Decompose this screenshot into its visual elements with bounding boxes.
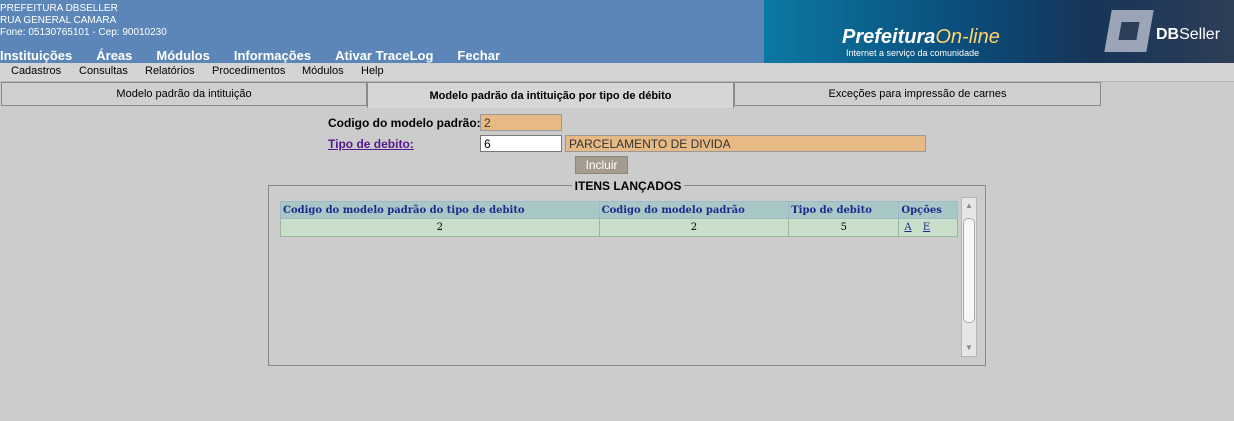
menu-informacoes[interactable]: Informações	[234, 48, 311, 63]
main-menu: Instituições Áreas Módulos Informações A…	[0, 48, 524, 63]
submenu-modulos[interactable]: Módulos	[302, 65, 344, 77]
brand-online: On-line	[935, 26, 1000, 48]
tab-modelo-padrao[interactable]: Modelo padrão da intituição	[1, 82, 367, 106]
tab-excecoes-carnes[interactable]: Exceções para impressão de carnes	[734, 82, 1101, 106]
col-header-codigo-modelo: Codigo do modelo padrão	[598, 201, 790, 219]
scroll-down-arrow-icon[interactable]: ▼	[965, 343, 973, 352]
itens-table: Codigo do modelo padrão do tipo de debit…	[280, 201, 958, 237]
menu-instituicoes[interactable]: Instituições	[0, 48, 72, 63]
submenu-cadastros[interactable]: Cadastros	[11, 65, 61, 77]
dbseller-logo-icon	[1104, 10, 1154, 52]
tipo-debito-input[interactable]: 6	[480, 135, 562, 152]
org-name: PREFEITURA DBSELLER	[0, 3, 118, 14]
codigo-field: 2	[480, 114, 562, 131]
col-header-codigo-tipo-debito: Codigo do modelo padrão do tipo de debit…	[280, 201, 600, 219]
scroll-thumb[interactable]	[963, 218, 975, 323]
excluir-link[interactable]: E	[923, 222, 930, 233]
tipo-debito-link[interactable]: Tipo de debito:	[328, 137, 414, 151]
alterar-link[interactable]: A	[904, 222, 911, 233]
col-header-tipo-debito: Tipo de debito	[788, 201, 900, 219]
submenu-relatorios[interactable]: Relatórios	[145, 65, 195, 77]
submenu-help[interactable]: Help	[361, 65, 384, 77]
cell-codigo-modelo: 2	[598, 218, 790, 237]
tab-modelo-por-tipo-debito[interactable]: Modelo padrão da intituição por tipo de …	[367, 82, 734, 108]
cell-codigo-tipo-debito: 2	[280, 218, 600, 237]
phone-zip: Fone: 05130765101 - Cep: 90010230	[0, 27, 167, 38]
cell-tipo-debito: 5	[788, 218, 900, 237]
submenu-procedimentos[interactable]: Procedimentos	[212, 65, 285, 77]
cell-opcoes: A E	[898, 218, 958, 237]
menu-fechar[interactable]: Fechar	[457, 48, 500, 63]
prefeitura-online-logo: PrefeituraOn-line Internet a serviço da …	[842, 26, 1000, 58]
street: RUA GENERAL CAMARA	[0, 15, 117, 26]
sub-menu: Cadastros Consultas Relatórios Procedime…	[0, 63, 1234, 82]
incluir-button[interactable]: Incluir	[575, 156, 628, 174]
brand-tagline: Internet a serviço da comunidade	[846, 48, 980, 58]
fieldset-top-border-right	[684, 185, 986, 186]
db-logo-bold: DB	[1156, 26, 1180, 43]
col-header-opcoes: Opções	[898, 201, 958, 219]
municipality-info: PREFEITURA DBSELLER RUA GENERAL CAMARA F…	[0, 3, 167, 39]
menu-modulos[interactable]: Módulos	[156, 48, 209, 63]
db-logo-rest: Seller	[1179, 26, 1221, 43]
fieldset-top-border-left	[268, 185, 572, 186]
vertical-scrollbar[interactable]: ▲ ▼	[961, 197, 977, 357]
itens-lancados-legend: ITENS LANÇADOS	[572, 179, 684, 193]
table-row: 2 2 5 A E	[280, 218, 958, 237]
codigo-label: Codigo do modelo padrão:	[328, 116, 481, 130]
scroll-up-arrow-icon[interactable]: ▲	[965, 201, 973, 210]
dbseller-logo-text: DBSeller	[1156, 26, 1220, 44]
menu-ativar-tracelog[interactable]: Ativar TraceLog	[335, 48, 433, 63]
brand-prefeitura: Prefeitura	[842, 26, 936, 48]
menu-areas[interactable]: Áreas	[96, 48, 132, 63]
table-header-row: Codigo do modelo padrão do tipo de debit…	[280, 201, 958, 219]
tipo-debito-desc-field: PARCELAMENTO DE DIVIDA	[565, 135, 926, 152]
submenu-consultas[interactable]: Consultas	[79, 65, 128, 77]
